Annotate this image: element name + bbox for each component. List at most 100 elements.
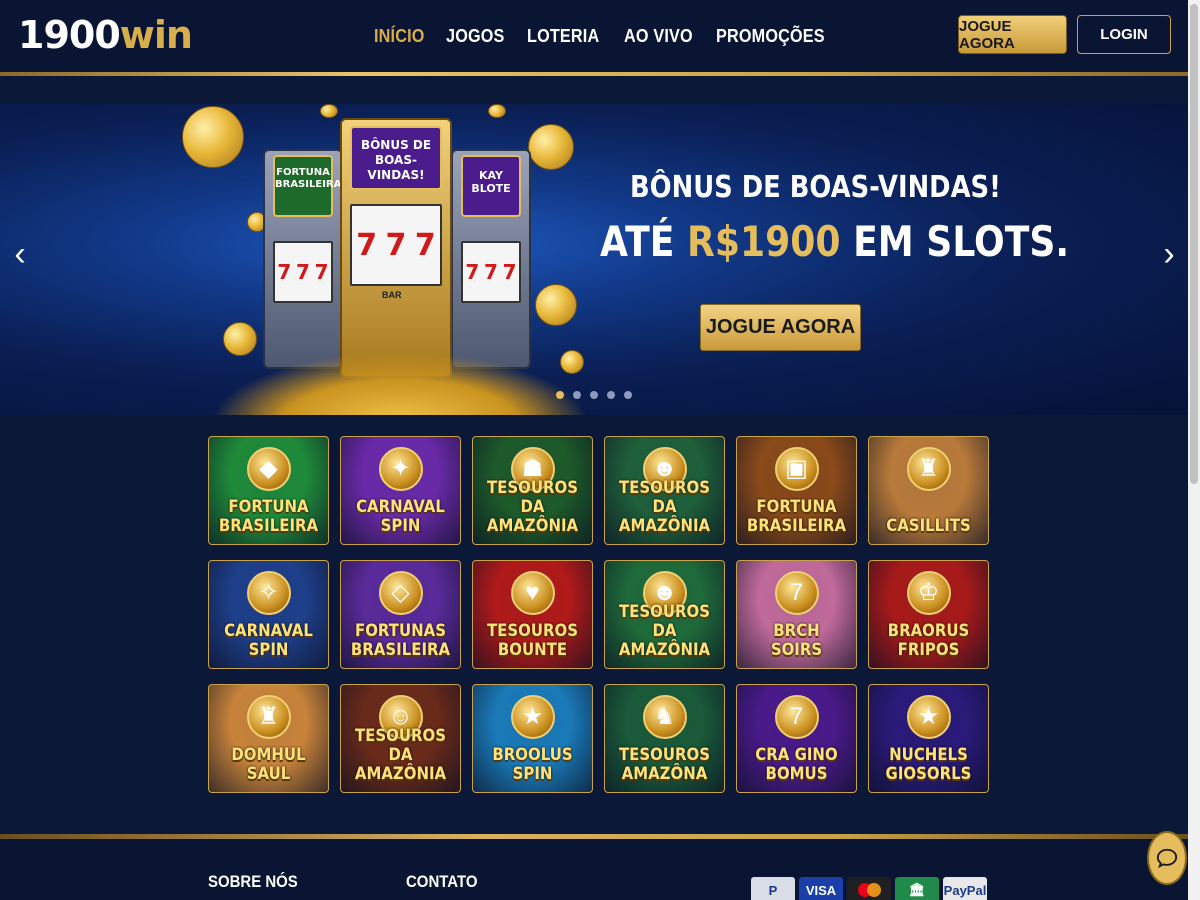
game-title: TESOUROS AMAZÔNA [615,746,714,784]
coin-icon [223,322,257,356]
hero-subtitle: ATÉ R$1900 EM SLOTS. [600,217,1069,266]
site-footer: SOBRE NÓS CONTATO P VISA 🏛 PayPal [0,839,1188,900]
game-title-line2: BRASILEIRA [350,640,451,660]
reel-symbol: 7 [277,260,292,284]
hero-bonus-amount: R$1900 [687,217,841,266]
game-title: BRCH SOIRS [747,622,846,660]
hero-title: BÔNUS DE BOAS-VINDAS! [630,170,1001,205]
brazil-flag-icon: ◆ [246,447,291,491]
game-title: TESOUROS DA AMAZÔNIA [483,479,582,536]
reel-symbol: 7 [465,260,480,284]
game-tile[interactable]: ♜ DOMHUL SAUL [208,684,329,793]
reel-symbol: 7 [414,227,436,263]
game-title-line1: TESOUROS DA [486,478,579,517]
reel-symbol: 7 [314,260,329,284]
game-tile[interactable]: ☻ TESOUROS DA AMAZÔNIA [604,436,725,545]
game-title-line1: CARNAVAL [224,621,313,641]
machine-center-reels: 777 [350,204,442,286]
logo-suffix: win [119,13,193,57]
game-title-line1: TESOUROS [618,745,711,765]
paypal-p-icon: P [751,877,795,900]
game-tile[interactable]: ♞ TESOUROS AMAZÔNA [604,684,725,793]
game-tile[interactable]: ☺ TESOUROS DA AMAZÔNIA [340,684,461,793]
footer-contact-link[interactable]: CONTATO [406,872,477,892]
reel-symbol: 7 [296,260,310,284]
game-tile[interactable]: ☻ TESOUROS DA AMAZÔNIA [604,560,725,669]
game-tile[interactable]: 7 CRA GINO BOMUS [736,684,857,793]
game-title: CRA GINO BOMUS [747,746,846,784]
hero-play-button[interactable]: JOGUE AGORA [700,304,861,351]
play-now-button[interactable]: JOGUE AGORA [958,15,1067,54]
game-tile[interactable]: ☗ TESOUROS DA AMAZÔNIA [472,436,593,545]
hero-subtitle-post: EM SLOTS. [840,217,1070,266]
game-title-line2: FRIPOS [897,640,960,660]
login-button[interactable]: LOGIN [1077,15,1171,54]
star-icon: ★ [510,695,555,739]
game-title-line1: FORTUNAS [354,621,446,641]
coin-icon [182,106,244,168]
header-divider [0,72,1188,76]
nav-item-inicio[interactable]: INÍCIO [374,26,425,47]
game-tile[interactable]: ✧ CARNAVAL SPIN [208,560,329,669]
bank-icon: 🏛 [895,877,939,900]
game-tile[interactable]: ◇ FORTUNAS BRASILEIRA [340,560,461,669]
lucky-seven-icon: 7 [774,571,819,615]
machine-left-reels: 777 [273,241,333,303]
diamond-icon: ◇ [378,571,423,615]
game-tile[interactable]: ♜ CASILLITS [868,436,989,545]
carousel-dots [556,391,632,399]
nav-item-loteria[interactable]: LOTERIA [527,26,599,47]
game-title-line1: FORTUNA [228,497,309,517]
chevron-left-icon[interactable]: ‹ [8,234,32,274]
game-title: CASILLITS [879,517,978,536]
game-title-line1: TESOUROS [354,726,447,746]
chevron-right-icon[interactable]: › [1157,234,1181,274]
game-tile[interactable]: ♔ BRAORUS FRIPOS [868,560,989,669]
carousel-dot[interactable] [624,391,632,399]
carnival-mask-icon: ✦ [378,447,423,491]
game-title: BRAORUS FRIPOS [879,622,978,660]
hero-subtitle-pre: ATÉ [600,217,688,266]
game-tile[interactable]: ▣ FORTUNA BRASILEIRA [736,436,857,545]
game-title-line2: SPIN [380,516,421,536]
game-title: NUCHELS GIOSORLS [879,746,978,784]
machine-left-screen: FORTUNA BRASILEIRA [273,155,341,217]
game-tile[interactable]: 7 BRCH SOIRS [736,560,857,669]
page-scrollbar[interactable] [1188,0,1200,900]
game-title-line1: NUCHELS GIOSORLS [885,745,972,784]
game-title-line1: BRCH SOIRS [770,621,823,660]
game-title-line1: TESOUROS [618,478,711,498]
reel-symbol: 7 [356,227,378,263]
scrollbar-thumb[interactable] [1190,4,1198,484]
coin-pile [215,354,585,415]
game-tile[interactable]: ★ BROOLUS SPIN [472,684,593,793]
carousel-dot[interactable] [573,391,581,399]
game-tile[interactable]: ★ NUCHELS GIOSORLS [868,684,989,793]
game-tile[interactable]: ✦ CARNAVAL SPIN [340,436,461,545]
game-title: TESOUROS DA AMAZÔNIA [615,479,714,536]
coin-icon [320,104,338,118]
game-tile[interactable]: ♥ TESOUROS BOUNTE [472,560,593,669]
nav-item-promocoes[interactable]: PROMOÇÕES [716,26,825,47]
carousel-dot[interactable] [556,391,564,399]
star-icon: ★ [906,695,951,739]
main-nav: INÍCIO JOGOS LOTERIA AO VIVO PROMOÇÕES [374,22,829,50]
nav-item-jogos[interactable]: JOGOS [446,26,505,47]
chat-bubble-icon[interactable] [1147,831,1187,885]
footer-about-link[interactable]: SOBRE NÓS [208,872,298,892]
slot-machine-right: KAY BLOTE 777 [451,149,531,369]
carousel-dot[interactable] [607,391,615,399]
nav-item-ao-vivo[interactable]: AO VIVO [624,26,693,47]
paypal-icon: PayPal [943,877,987,900]
machine-right-screen: KAY BLOTE [461,155,521,217]
machine-right-reels: 777 [461,241,521,303]
visa-icon: VISA [799,877,843,900]
site-logo[interactable]: 1900win [18,12,193,58]
cowboy-icon: ♜ [906,447,951,491]
jaguar-icon: ♞ [642,695,687,739]
game-tile[interactable]: ◆ FORTUNA BRASILEIRA [208,436,329,545]
game-title: BROOLUS SPIN [483,746,582,784]
coin-icon [488,104,506,118]
carousel-dot[interactable] [590,391,598,399]
bar-label: BAR [382,290,402,300]
